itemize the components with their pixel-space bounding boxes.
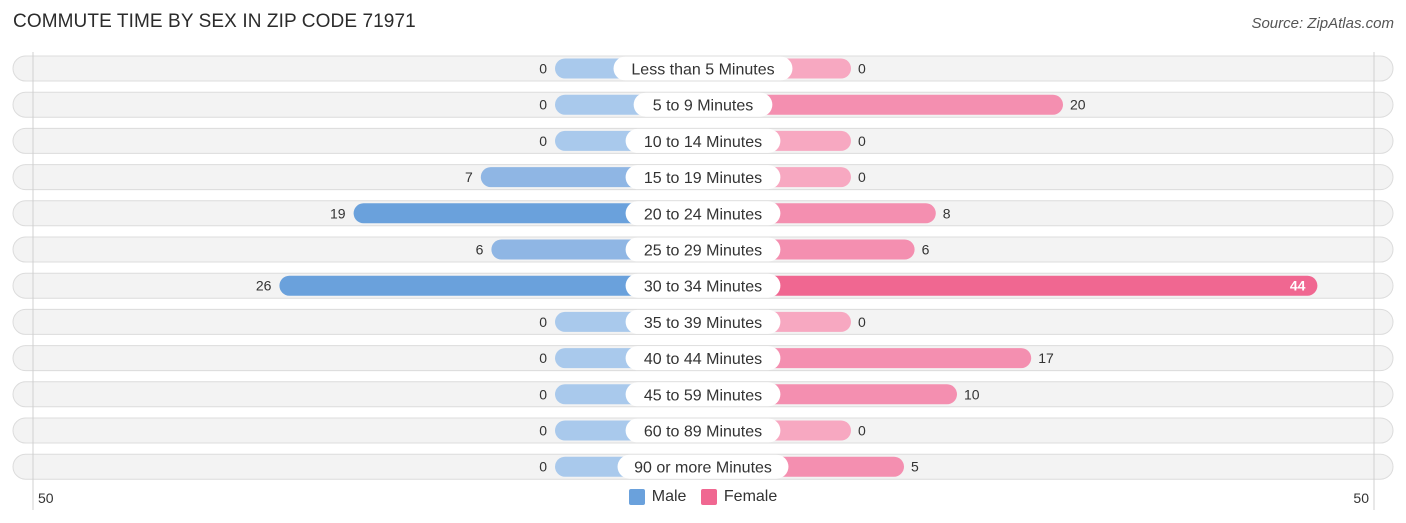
female-bar — [703, 275, 1318, 296]
category-label: 5 to 9 Minutes — [653, 98, 754, 115]
legend-label-male: Male — [651, 488, 687, 505]
female-value-label: 8 — [943, 205, 951, 221]
male-value-label: 0 — [539, 459, 547, 475]
category-label: 10 to 14 Minutes — [644, 134, 762, 151]
female-value-label: 0 — [858, 314, 866, 330]
male-value-label: 0 — [539, 97, 547, 113]
female-value-label: 5 — [911, 459, 919, 475]
female-value-label: 17 — [1038, 350, 1054, 366]
category-label: 90 or more Minutes — [634, 460, 772, 477]
category-label: Less than 5 Minutes — [631, 62, 774, 79]
male-value-label: 6 — [476, 242, 484, 258]
category-label: 25 to 29 Minutes — [644, 243, 762, 260]
legend-label-female: Female — [723, 488, 778, 505]
category-label: 45 to 59 Minutes — [644, 387, 762, 404]
legend-item-female: Female — [700, 488, 778, 506]
category-label: 35 to 39 Minutes — [644, 315, 762, 332]
category-label: 40 to 44 Minutes — [644, 351, 762, 368]
male-value-label: 0 — [539, 314, 547, 330]
female-value-label: 20 — [1070, 97, 1086, 113]
male-value-label: 0 — [539, 350, 547, 366]
category-label: 20 to 24 Minutes — [644, 206, 762, 223]
legend-item-male: Male — [628, 488, 687, 506]
category-label: 60 to 89 Minutes — [644, 424, 762, 441]
chart-canvas: 0 0 Less than 5 Minutes 0 20 5 to 9 Minutes 0 0… — [12, 52, 1394, 510]
category-label: 15 to 19 Minutes — [644, 170, 762, 187]
female-value-label: 44 — [1290, 278, 1306, 294]
male-value-label: 26 — [256, 278, 272, 294]
male-value-label: 7 — [465, 169, 473, 185]
female-value-label: 0 — [858, 133, 866, 149]
female-value-label: 0 — [858, 423, 866, 439]
female-value-label: 0 — [858, 61, 866, 77]
female-value-label: 10 — [964, 386, 980, 402]
male-value-label: 0 — [539, 61, 547, 77]
category-label: 30 to 34 Minutes — [644, 279, 762, 296]
female-value-label: 0 — [858, 169, 866, 185]
legend: Male Female — [0, 488, 1406, 510]
male-swatch-icon — [628, 489, 645, 505]
male-value-label: 0 — [539, 423, 547, 439]
male-value-label: 0 — [539, 133, 547, 149]
male-value-label: 0 — [539, 386, 547, 402]
female-swatch-icon — [700, 489, 717, 505]
female-value-label: 6 — [922, 242, 930, 258]
male-value-label: 19 — [330, 205, 346, 221]
